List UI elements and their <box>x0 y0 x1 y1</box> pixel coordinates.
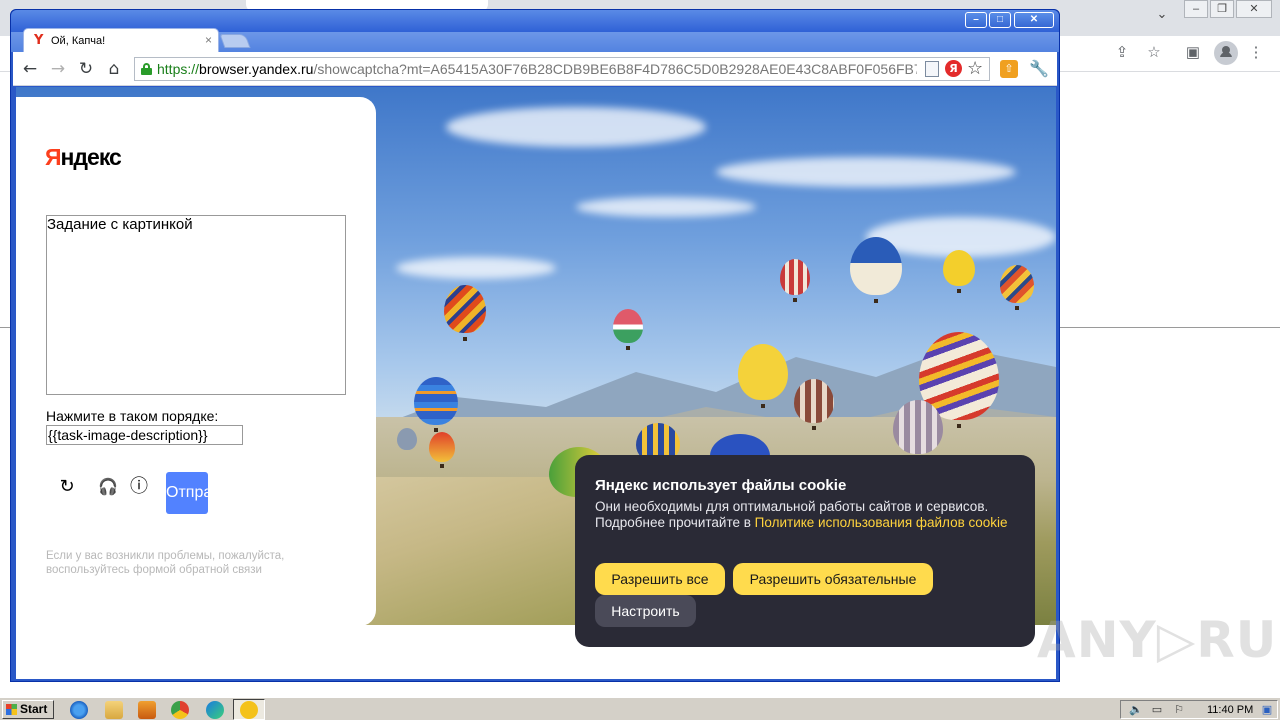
show-desktop-icon[interactable]: ▣ <box>1261 704 1273 716</box>
captcha-instruction: Нажмите в таком порядке: <box>46 408 219 424</box>
headphones-icon[interactable]: 🎧 <box>97 476 119 498</box>
url-scheme: https:// <box>157 61 200 77</box>
allow-required-button[interactable]: Разрешить обязательные <box>733 563 933 595</box>
wrench-menu-icon[interactable]: 🔧 <box>1029 58 1049 80</box>
share-icon[interactable]: ⇪ <box>1110 42 1134 64</box>
taskbar-yandex-browser[interactable] <box>233 699 265 720</box>
back-button[interactable]: ← <box>19 58 41 80</box>
ie-icon[interactable] <box>70 701 88 719</box>
windows-flag-icon <box>6 704 17 715</box>
chevron-down-icon[interactable]: ⌄ <box>1150 6 1174 24</box>
close-icon[interactable]: ✕ <box>1236 0 1272 18</box>
info-icon[interactable]: ⓘ <box>128 476 150 498</box>
profile-avatar[interactable] <box>1214 41 1238 65</box>
side-panel-icon[interactable]: ▣ <box>1181 42 1205 64</box>
allow-all-button[interactable]: Разрешить все <box>595 563 725 595</box>
cookie-title: Яндекс использует файлы cookie <box>595 477 847 494</box>
start-label: Start <box>20 702 48 716</box>
yandex-logo[interactable]: Яндекс <box>45 143 122 171</box>
start-button[interactable]: Start <box>2 700 54 719</box>
logo-first-letter: Я <box>45 144 62 170</box>
tab-close-icon[interactable]: × <box>205 33 212 47</box>
logo-rest: ндекс <box>60 144 122 170</box>
minimize-icon[interactable]: – <box>1184 0 1208 18</box>
feedback-hint[interactable]: Если у вас возникли проблемы, пожалуйста… <box>46 549 316 577</box>
volume-icon[interactable]: 🔈 <box>1129 704 1143 716</box>
url-text[interactable]: https://browser.yandex.ru/showcaptcha?mt… <box>157 61 917 77</box>
restore-icon[interactable]: ❐ <box>1210 0 1234 18</box>
folder-icon[interactable] <box>105 701 123 719</box>
tab-captcha[interactable]: Y Ой, Капча! × <box>23 28 219 52</box>
captcha-task-description: {{task-image-description}} <box>46 425 243 445</box>
navigation-bar: ← → ↻ ⌂ https://browser.yandex.ru/showca… <box>13 52 1057 86</box>
bookmark-star-icon[interactable]: ☆ <box>967 58 983 80</box>
url-host: browser.yandex.ru <box>199 61 314 77</box>
address-bar[interactable]: https://browser.yandex.ru/showcaptcha?mt… <box>134 57 990 81</box>
cookie-body: Они необходимы для оптимальной работы са… <box>595 499 1015 531</box>
cookie-policy-link[interactable]: Политике использования файлов cookie <box>755 515 1008 530</box>
cookie-banner: Яндекс использует файлы cookie Они необх… <box>575 455 1035 647</box>
extension-icon[interactable]: ⇧ <box>1000 60 1018 78</box>
submit-button[interactable]: Отправить <box>166 472 208 514</box>
chrome-icon[interactable] <box>171 701 189 719</box>
window-minimize-button[interactable]: – <box>965 12 987 28</box>
home-button[interactable]: ⌂ <box>103 58 125 80</box>
captcha-task-image[interactable]: Задание с картинкой <box>46 215 346 395</box>
anyrun-watermark: ANY▷RUN <box>1037 611 1280 669</box>
configure-cookies-button[interactable]: Настроить <box>595 595 696 627</box>
window-maximize-button[interactable]: □ <box>989 12 1011 28</box>
refresh-icon[interactable]: ↻ <box>56 476 78 498</box>
menu-kebab-icon[interactable]: ⋮ <box>1244 42 1268 64</box>
system-tray: 🔈 ▭ ⚐ 11:40 PM ▣ <box>1120 700 1278 719</box>
url-path: /showcaptcha?mt=A65415A30F76B28CDB9BE6B8… <box>313 61 917 77</box>
tab-title: Ой, Капча! <box>51 35 106 47</box>
page-info-icon[interactable] <box>925 61 939 77</box>
captcha-card: Яндекс Задание с картинкой Нажмите в так… <box>16 97 376 626</box>
reload-button[interactable]: ↻ <box>75 58 97 80</box>
yandex-favicon-icon: Y <box>34 33 44 48</box>
taskbar: Start 🔈 ▭ ⚐ 11:40 PM ▣ <box>0 697 1280 720</box>
clock: 11:40 PM <box>1207 704 1254 716</box>
edge-icon[interactable] <box>206 701 224 719</box>
yandex-browser-icon <box>240 701 258 719</box>
flag-icon[interactable]: ⚐ <box>1173 704 1185 716</box>
forward-button[interactable]: → <box>47 58 69 80</box>
bookmark-star-icon[interactable]: ☆ <box>1142 42 1166 64</box>
media-player-icon[interactable] <box>138 701 156 719</box>
window-close-button[interactable]: ✕ <box>1014 12 1054 28</box>
lock-icon[interactable] <box>141 63 152 75</box>
yandex-extension-icon[interactable]: Я <box>945 60 962 77</box>
network-icon[interactable]: ▭ <box>1151 704 1163 716</box>
